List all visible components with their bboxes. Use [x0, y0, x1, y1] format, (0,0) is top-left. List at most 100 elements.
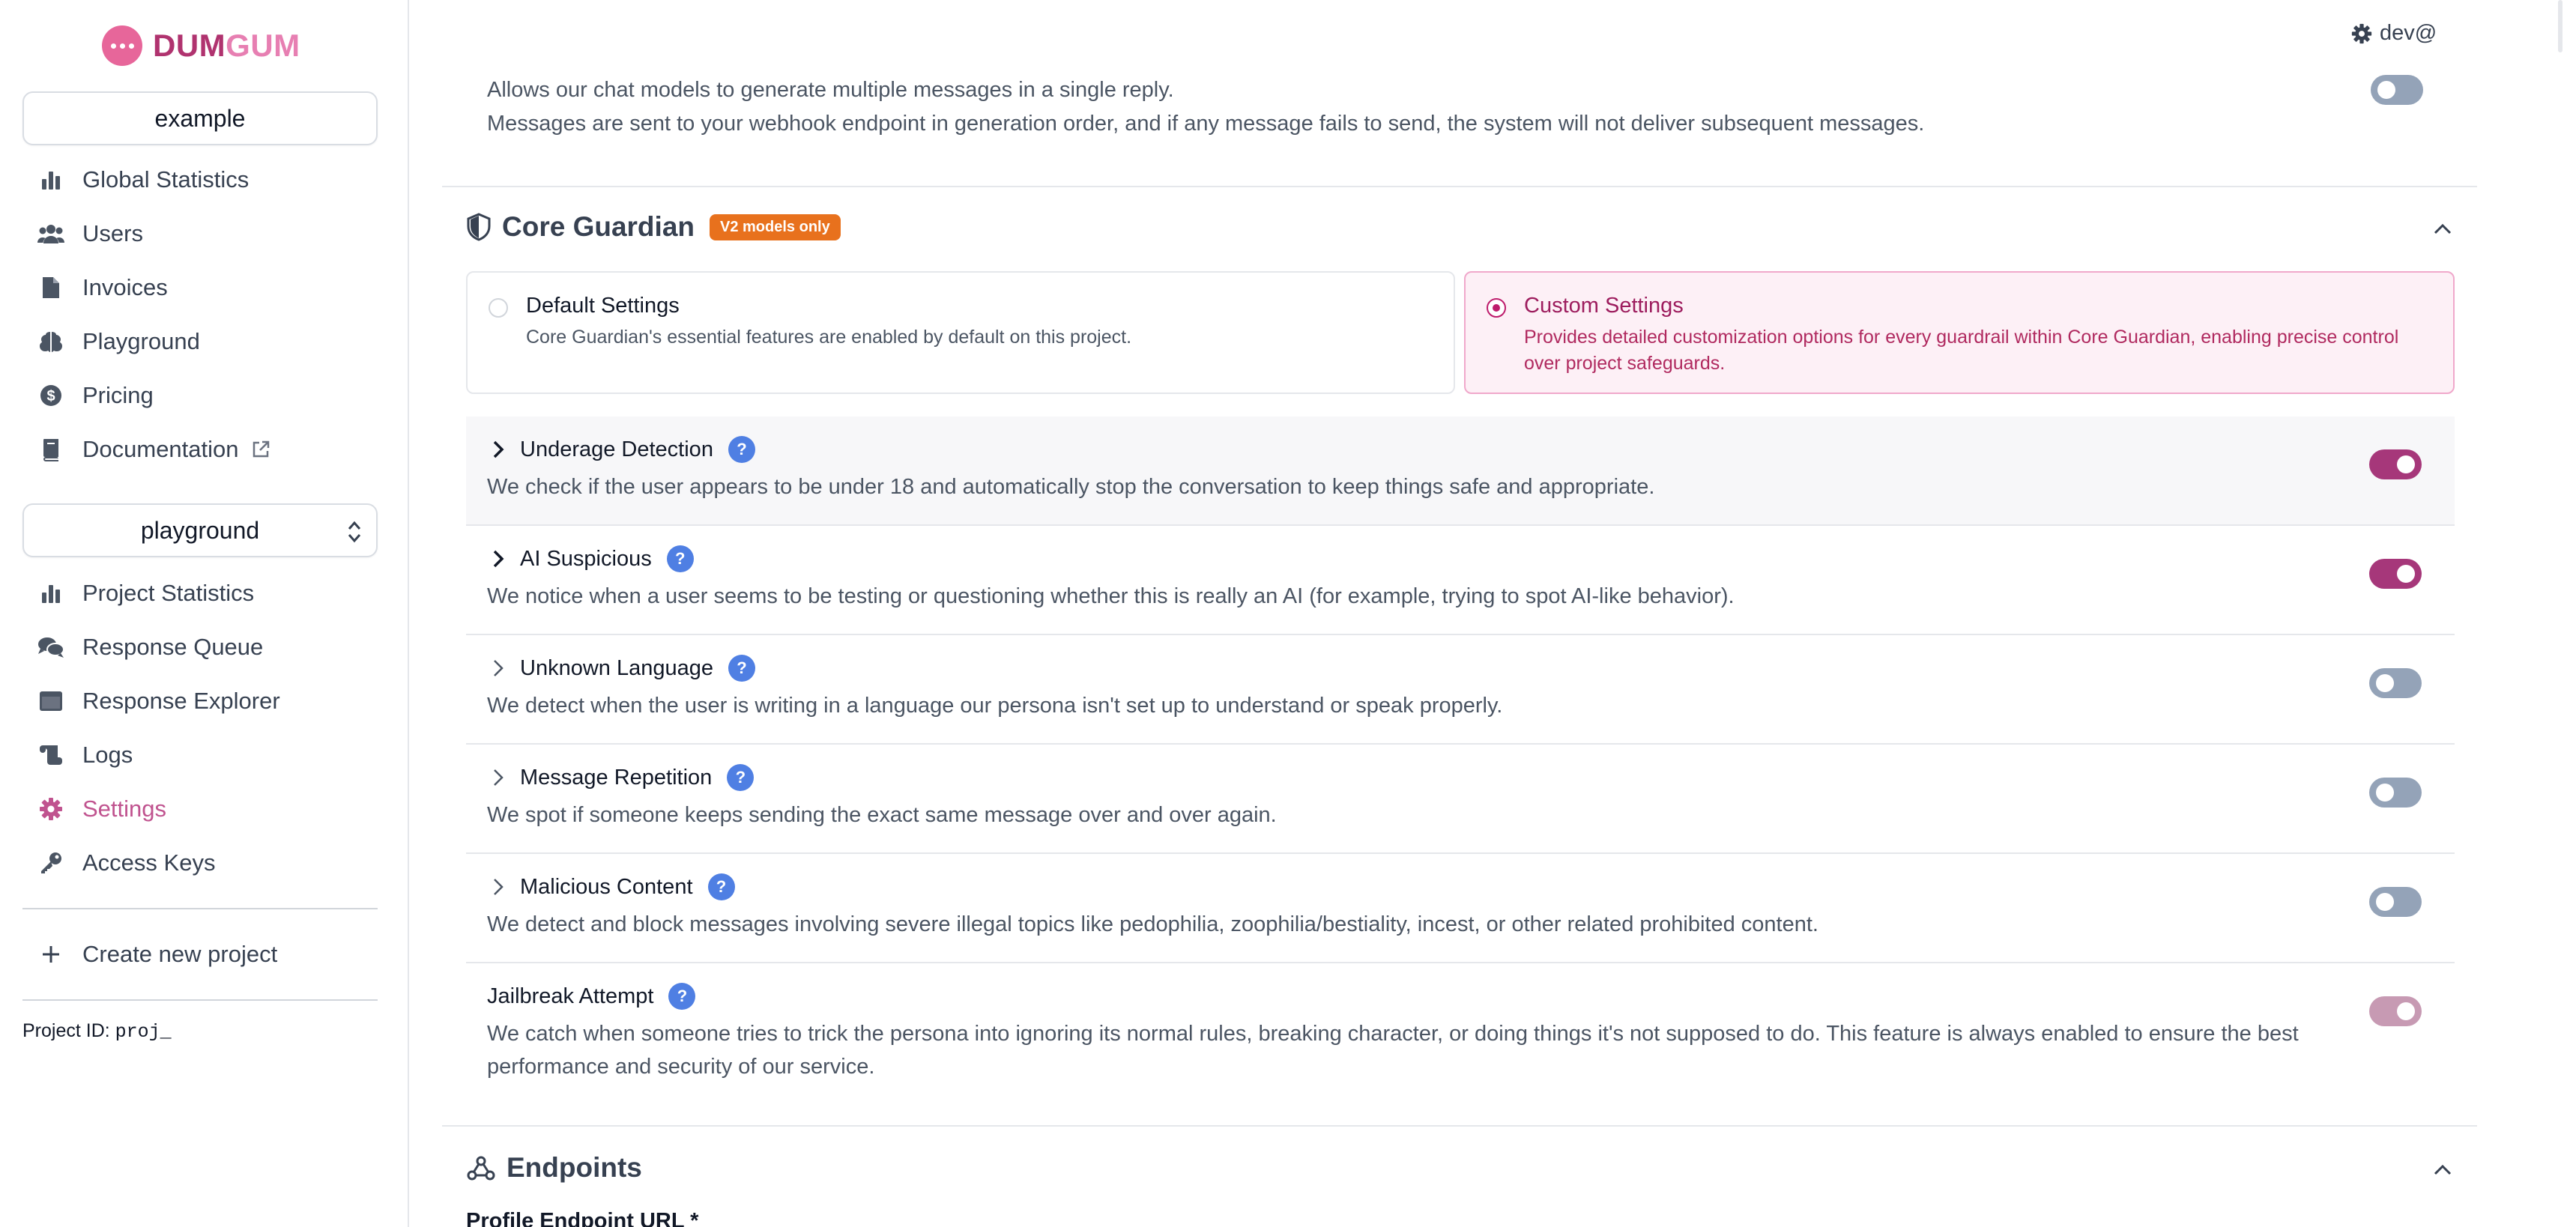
bar-chart-icon: [37, 580, 64, 607]
user-menu[interactable]: dev@: [2351, 21, 2437, 46]
guardrail-name: Unknown Language: [520, 655, 713, 680]
project-id-label: Project ID:: [22, 1020, 110, 1041]
users-icon: [37, 220, 64, 247]
guardrail-name: AI Suspicious: [520, 546, 652, 571]
unknown-language-toggle[interactable]: [2369, 668, 2422, 698]
guardrail-row-unknown-language: Unknown Language ? We detect when the us…: [466, 635, 2455, 745]
default-settings-title: Default Settings: [526, 294, 680, 318]
sidebar-item-label: Settings: [82, 796, 167, 822]
guardrail-header: AI Suspicious ?: [487, 545, 694, 572]
chat-bubble-logo-icon: [102, 25, 142, 66]
project-selector-label: playground: [140, 516, 260, 544]
multi-message-line-1: Allows our chat models to generate multi…: [487, 78, 1174, 102]
plus-icon: [37, 941, 64, 968]
brand-name: DUMGUM: [153, 28, 300, 63]
help-icon[interactable]: ?: [728, 655, 755, 682]
ai-suspicious-toggle[interactable]: [2369, 559, 2422, 589]
gear-icon: [37, 796, 64, 822]
section-divider: [442, 1125, 2477, 1127]
malicious-content-toggle[interactable]: [2369, 887, 2422, 917]
create-project-button[interactable]: Create new project: [37, 936, 277, 972]
default-settings-description: Core Guardian's essential features are e…: [526, 327, 1132, 348]
message-repetition-toggle[interactable]: [2369, 778, 2422, 808]
sidebar-item-users[interactable]: Users: [37, 216, 143, 252]
bar-chart-icon: [37, 166, 64, 193]
window-icon: [37, 688, 64, 715]
sidebar-item-project-statistics[interactable]: Project Statistics: [37, 575, 254, 611]
brain-icon: [37, 328, 64, 355]
sidebar-item-access-keys[interactable]: Access Keys: [37, 845, 215, 881]
custom-settings-description: Provides detailed customization options …: [1524, 327, 2399, 374]
core-guardian-title: Core Guardian: [502, 211, 695, 242]
sidebar-item-documentation[interactable]: Documentation: [37, 431, 270, 467]
jailbreak-attempt-toggle: [2369, 996, 2422, 1026]
guardrail-description: We detect and block messages involving s…: [487, 912, 1818, 936]
sidebar-item-label: Pricing: [82, 382, 154, 408]
help-icon[interactable]: ?: [666, 545, 694, 572]
guardrail-row-message-repetition: Message Repetition ? We spot if someone …: [466, 745, 2455, 854]
sidebar-item-label: Documentation: [82, 436, 239, 462]
sidebar-item-label: Playground: [82, 328, 200, 354]
sidebar-item-label: Invoices: [82, 274, 168, 300]
sidebar-item-global-statistics[interactable]: Global Statistics: [37, 162, 249, 198]
guardrail-description: We catch when someone tries to trick the…: [487, 1022, 2299, 1079]
custom-settings-radio[interactable]: [1487, 298, 1506, 318]
chevron-up-icon[interactable]: [2428, 1155, 2458, 1185]
endpoints-header: Endpoints: [466, 1152, 642, 1184]
chevron-right-icon[interactable]: [487, 438, 510, 461]
sidebar-item-response-explorer[interactable]: Response Explorer: [37, 683, 280, 719]
sidebar-divider: [22, 999, 378, 1001]
chevron-right-icon[interactable]: [487, 548, 510, 570]
sidebar-item-label: Logs: [82, 742, 133, 768]
user-email: dev@: [2380, 21, 2437, 45]
sidebar-item-playground[interactable]: Playground: [37, 324, 200, 360]
project-id: Project ID: proj_: [22, 1020, 172, 1043]
core-guardian-header: Core Guardian V2 models only: [466, 211, 841, 243]
guardrail-name: Malicious Content: [520, 874, 693, 899]
guardrail-name: Message Repetition: [520, 765, 713, 790]
guardrail-header: Message Repetition ?: [487, 764, 755, 791]
organization-selector[interactable]: example: [22, 91, 378, 145]
project-id-value: proj_: [115, 1021, 172, 1043]
guardrail-header: Jailbreak Attempt ?: [487, 983, 696, 1010]
chevron-right-icon[interactable]: [487, 657, 510, 679]
multi-message-toggle[interactable]: [2371, 75, 2423, 105]
chevron-right-icon[interactable]: [487, 876, 510, 898]
guardrail-description: We detect when the user is writing in a …: [487, 694, 1503, 718]
sidebar-item-label: Users: [82, 220, 143, 246]
dollar-coin-icon: $: [37, 382, 64, 409]
gear-icon: [2351, 23, 2372, 43]
v2-models-badge: V2 models only: [710, 213, 841, 240]
help-icon[interactable]: ?: [728, 436, 755, 463]
guardrail-row-underage-detection: Underage Detection ? We check if the use…: [466, 416, 2455, 526]
help-icon[interactable]: ?: [707, 873, 735, 900]
underage-detection-toggle[interactable]: [2369, 449, 2422, 479]
help-icon[interactable]: ?: [668, 983, 696, 1010]
document-icon: [37, 274, 64, 301]
brand-logo[interactable]: DUMGUM: [102, 24, 300, 67]
sidebar-item-logs[interactable]: Logs: [37, 737, 133, 773]
default-settings-radio[interactable]: [489, 298, 508, 318]
create-project-label: Create new project: [82, 941, 278, 967]
sidebar-item-settings[interactable]: Settings: [37, 791, 166, 827]
chevron-up-icon[interactable]: [2428, 214, 2458, 244]
sidebar: DUMGUM example Global Statistics Users I…: [0, 0, 409, 1227]
sidebar-item-label: Global Statistics: [82, 166, 250, 193]
custom-settings-option[interactable]: Custom Settings Provides detailed custom…: [1464, 271, 2455, 394]
default-settings-option[interactable]: Default Settings Core Guardian's essenti…: [466, 271, 1455, 394]
key-icon: [37, 849, 64, 876]
guardrail-description: We notice when a user seems to be testin…: [487, 584, 1735, 608]
shield-icon: [467, 213, 491, 241]
sidebar-divider: [22, 908, 378, 909]
project-selector[interactable]: playground: [22, 503, 378, 557]
help-icon[interactable]: ?: [727, 764, 755, 791]
guardrail-row-malicious-content: Malicious Content ? We detect and block …: [466, 854, 2455, 963]
chevron-up-down-icon: [348, 521, 361, 543]
sidebar-item-invoices[interactable]: Invoices: [37, 270, 168, 306]
chevron-right-icon[interactable]: [487, 766, 510, 789]
section-divider: [442, 186, 2477, 187]
sidebar-item-pricing[interactable]: $ Pricing: [37, 378, 154, 413]
scrollbar[interactable]: [2558, 0, 2563, 52]
webhook-icon: [467, 1156, 495, 1181]
sidebar-item-response-queue[interactable]: Response Queue: [37, 629, 263, 665]
